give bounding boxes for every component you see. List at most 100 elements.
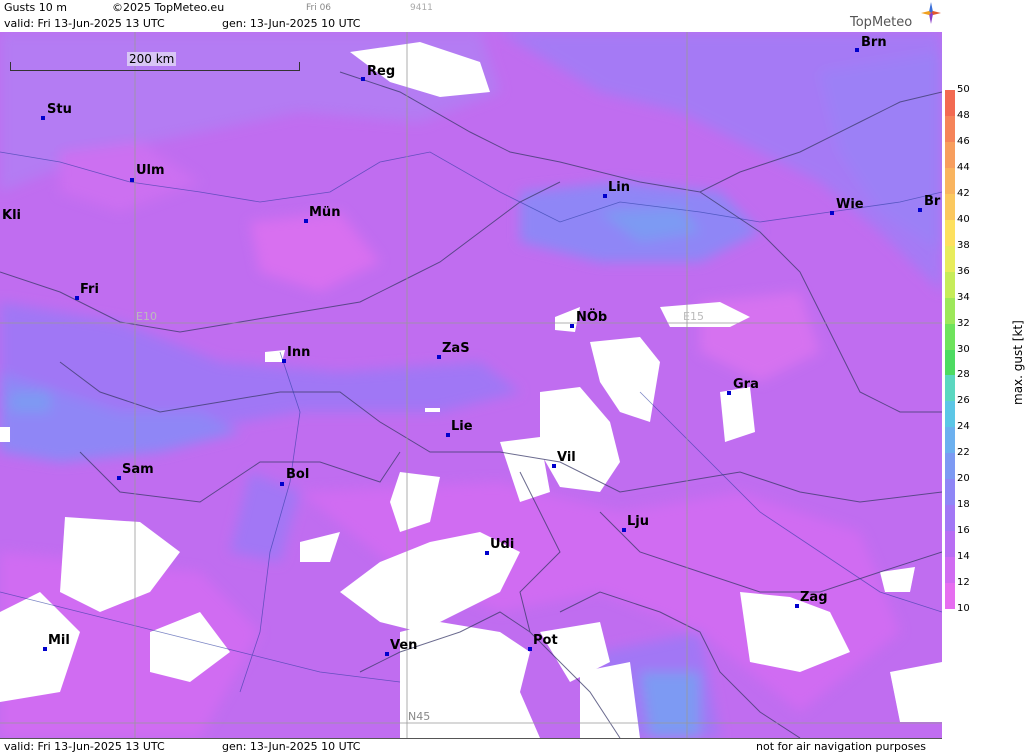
- city-marker: [130, 178, 134, 182]
- color-legend: max. gust [kt] 50 48 46 44 42 40 38 36 34 32 30 28 2…: [943, 0, 1034, 753]
- legend-tick-label: 48: [957, 109, 970, 121]
- city-marker: [446, 433, 450, 437]
- legend-tick-label: 20: [957, 473, 970, 485]
- city-label-bol[interactable]: Bol: [286, 467, 309, 482]
- city-marker: [795, 604, 799, 608]
- city-label-br[interactable]: Br: [924, 194, 940, 209]
- grid-label-e15: E15: [683, 310, 704, 323]
- legend-color-swatch: [945, 349, 955, 376]
- city-label-nob[interactable]: NÖb: [576, 310, 607, 325]
- legend-color-swatch: [945, 583, 955, 610]
- brand-logo-text: TopMeteo: [850, 15, 913, 30]
- legend-tick-label: 28: [957, 369, 970, 381]
- legend-tick-label: 30: [957, 343, 970, 355]
- city-marker: [117, 476, 121, 480]
- city-marker: [918, 208, 922, 212]
- legend-tick-label: 24: [957, 421, 970, 433]
- valid-time: valid: Fri 13-Jun-2025 13 UTC: [4, 17, 165, 30]
- city-marker: [361, 77, 365, 81]
- legend-color-swatch: [945, 401, 955, 428]
- legend-tick-label: 14: [957, 551, 970, 563]
- city-marker: [727, 391, 731, 395]
- map-footer: valid: Fri 13-Jun-2025 13 UTC gen: 13-Ju…: [0, 738, 942, 754]
- city-label-udi[interactable]: Udi: [490, 537, 514, 552]
- legend-tick-label: 36: [957, 265, 970, 277]
- gust-map[interactable]: [0, 32, 942, 738]
- footer-generated-time: gen: 13-Jun-2025 10 UTC: [222, 740, 361, 753]
- legend-tick-label: 32: [957, 317, 970, 329]
- city-label-lin[interactable]: Lin: [608, 180, 630, 195]
- city-label-inn[interactable]: Inn: [287, 345, 310, 360]
- city-label-mun[interactable]: Mün: [309, 205, 340, 220]
- copyright-text: ©2025 TopMeteo.eu: [112, 1, 225, 14]
- legend-tick-label: 42: [957, 187, 970, 199]
- legend-tick-label: 44: [957, 161, 970, 173]
- city-marker: [43, 647, 47, 651]
- legend-tick-label: 40: [957, 213, 970, 225]
- grid-label-n45: N45: [408, 710, 431, 723]
- legend-title: max. gust [kt]: [1011, 320, 1025, 405]
- city-label-vil[interactable]: Vil: [557, 450, 576, 465]
- legend-color-swatch: [945, 375, 955, 402]
- city-marker: [855, 48, 859, 52]
- legend-color-swatch: [945, 297, 955, 325]
- city-label-reg[interactable]: Reg: [367, 64, 395, 79]
- grid-label-e10: E10: [136, 310, 157, 323]
- city-label-kli[interactable]: Kli: [2, 208, 21, 223]
- city-label-mil[interactable]: Mil: [48, 633, 70, 648]
- legend-color-swatch: [945, 531, 955, 558]
- city-label-ven[interactable]: Ven: [390, 638, 417, 653]
- legend-color-swatch: [945, 479, 955, 506]
- legend-color-swatch: [945, 115, 955, 143]
- city-label-brn[interactable]: Brn: [861, 35, 887, 50]
- footer-valid-time: valid: Fri 13-Jun-2025 13 UTC: [4, 740, 165, 753]
- legend-color-swatch: [945, 90, 955, 117]
- run-label: Fri 06: [306, 3, 332, 13]
- city-marker: [437, 355, 441, 359]
- code-label: 9411: [410, 3, 433, 13]
- city-label-ulm[interactable]: Ulm: [136, 163, 165, 178]
- city-label-gra[interactable]: Gra: [733, 377, 759, 392]
- city-marker: [304, 219, 308, 223]
- map-header: Gusts 10 m ©2025 TopMeteo.eu Fri 06 9411…: [0, 0, 942, 33]
- city-marker: [603, 194, 607, 198]
- legend-color-swatch: [945, 557, 955, 584]
- legend-color-swatch: [945, 453, 955, 480]
- city-marker: [528, 647, 532, 651]
- legend-color-swatch: [945, 193, 955, 221]
- city-label-lie[interactable]: Lie: [451, 419, 473, 434]
- legend-color-swatch: [945, 271, 955, 299]
- city-label-fri[interactable]: Fri: [80, 282, 99, 297]
- legend-color-swatch: [945, 167, 955, 195]
- city-label-lju[interactable]: Lju: [627, 514, 649, 529]
- city-marker: [552, 464, 556, 468]
- scale-bar-label: 200 km: [127, 52, 177, 66]
- generated-time: gen: 13-Jun-2025 10 UTC: [222, 17, 361, 30]
- city-label-zag[interactable]: Zag: [800, 590, 828, 605]
- legend-color-swatch: [945, 323, 955, 350]
- disclaimer-text: not for air navigation purposes: [756, 740, 926, 753]
- city-label-pot[interactable]: Pot: [533, 633, 558, 648]
- legend-tick-label: 38: [957, 239, 970, 251]
- city-marker: [280, 482, 284, 486]
- legend-tick-label: 26: [957, 395, 970, 407]
- city-label-sam[interactable]: Sam: [122, 462, 154, 477]
- legend-tick-label: 46: [957, 135, 970, 147]
- product-title: Gusts 10 m: [4, 1, 67, 14]
- city-marker: [485, 551, 489, 555]
- legend-tick-label: 16: [957, 525, 970, 537]
- city-label-wie[interactable]: Wie: [836, 197, 864, 212]
- city-marker: [570, 324, 574, 328]
- legend-color-swatch: [945, 141, 955, 169]
- legend-color-swatch: [945, 505, 955, 532]
- legend-tick-label: 34: [957, 291, 970, 303]
- city-label-stu[interactable]: Stu: [47, 102, 72, 117]
- compass-logo-icon: [921, 2, 941, 24]
- legend-tick-label: 50: [957, 84, 970, 95]
- city-label-zas[interactable]: ZaS: [442, 341, 470, 356]
- legend-tick-label: 18: [957, 499, 970, 511]
- city-marker: [41, 116, 45, 120]
- legend-tick-label: 12: [957, 577, 970, 589]
- legend-tick-label: 22: [957, 447, 970, 459]
- city-marker: [830, 211, 834, 215]
